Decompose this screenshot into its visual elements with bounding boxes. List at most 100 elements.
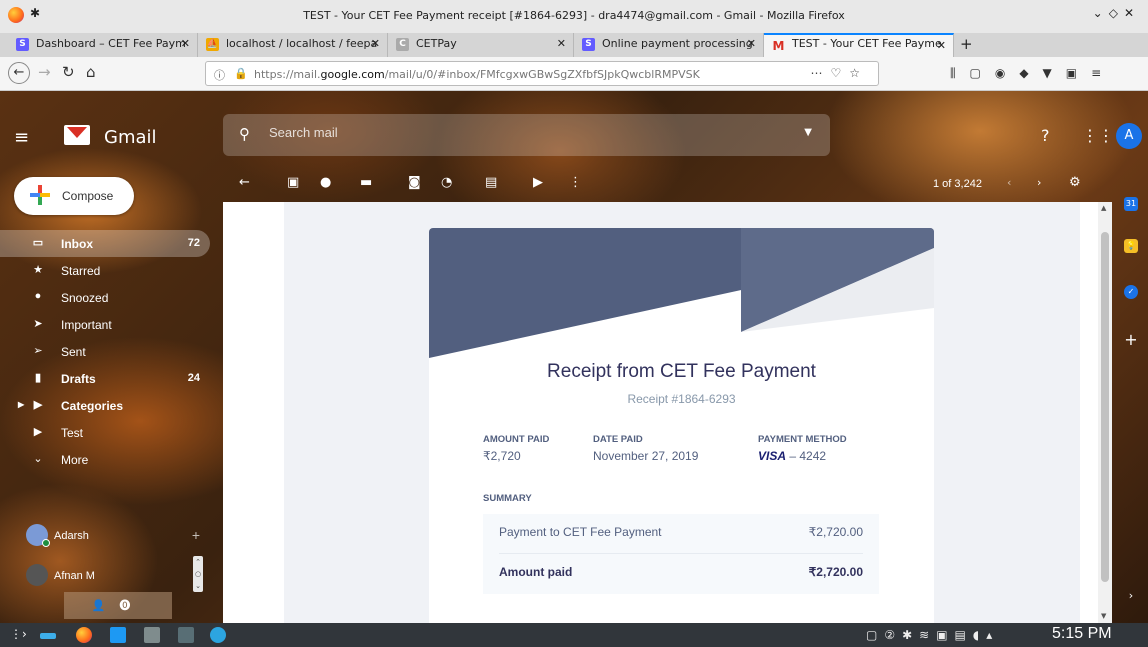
nav-item-drafts[interactable]: ▮ Drafts 24 — [0, 365, 210, 392]
nav-item-important[interactable]: ➤ Important — [0, 311, 210, 338]
clock[interactable]: 5:15 PM — [1052, 625, 1112, 643]
app-launcher-icon[interactable]: ⋮› — [10, 627, 27, 643]
close-tab-icon[interactable]: ✕ — [371, 37, 380, 50]
more-options-icon[interactable]: ⋮ — [569, 175, 582, 190]
hangouts-footer-icons[interactable]: 👤⓿ — [64, 592, 172, 619]
apps-grid-icon[interactable]: ⋮⋮ — [1082, 126, 1114, 145]
search-icon[interactable]: ⚲ — [239, 125, 250, 143]
system-tray-icons[interactable]: ▢②✱≋▣▤◖▴ — [866, 628, 999, 642]
compose-button[interactable]: Compose — [14, 177, 134, 215]
receipt-header-graphic — [429, 228, 934, 358]
hangouts-name: Adarsh — [54, 530, 89, 542]
keep-icon[interactable]: 💡 — [1124, 239, 1138, 253]
newer-icon[interactable]: ‹ — [1007, 176, 1011, 189]
telegram-icon[interactable] — [210, 627, 226, 643]
avatar — [26, 564, 48, 586]
tab-strip: S Dashboard – CET Fee Paym ✕ ⛵ localhost… — [0, 33, 1148, 57]
tab-phpmyadmin[interactable]: ⛵ localhost / localhost / feepa ✕ — [198, 33, 388, 57]
tasks-icon[interactable]: ✓ — [1124, 285, 1138, 299]
close-tab-icon[interactable]: ✕ — [937, 39, 946, 52]
stripe-favicon-icon: S — [16, 38, 29, 51]
labels-icon[interactable]: ▶ — [533, 175, 543, 190]
home-button[interactable]: ⌂ — [86, 63, 96, 81]
add-addon-icon[interactable]: + — [1124, 332, 1138, 348]
search-box[interactable]: ⚲ ▼ — [223, 114, 830, 156]
back-button[interactable]: ← — [8, 62, 30, 84]
summary-heading: SUMMARY — [483, 493, 532, 504]
date-paid-label: DATE PAID — [593, 434, 643, 445]
close-tab-icon[interactable]: ✕ — [557, 37, 566, 50]
date-paid-value: November 27, 2019 — [593, 449, 699, 463]
older-icon[interactable]: › — [1037, 176, 1041, 189]
screen-icon[interactable] — [144, 627, 160, 643]
snooze-icon[interactable]: ◔ — [441, 175, 452, 190]
back-to-inbox-icon[interactable]: ← — [239, 175, 250, 190]
scroll-up-icon[interactable]: ▲ — [1101, 204, 1106, 212]
pager-icon[interactable] — [40, 633, 56, 639]
close-tab-icon[interactable]: ✕ — [747, 37, 756, 50]
message-pane: Receipt from CET Fee Payment Receipt #18… — [223, 202, 1112, 623]
tab-label: Dashboard – CET Fee Paym — [36, 37, 186, 50]
url-bar[interactable]: ⓘ 🔒 https://mail.google.com/mail/u/0/#in… — [205, 61, 879, 86]
tab-online-payment[interactable]: S Online payment processing ✕ — [574, 33, 764, 57]
mark-unread-icon[interactable]: ◙ — [408, 175, 421, 190]
nav-item-starred[interactable]: ★ Starred — [0, 257, 210, 284]
stripe-favicon-icon: S — [582, 38, 595, 51]
nav-label: Drafts — [61, 372, 96, 386]
settings-gear-icon[interactable]: ⚙ — [1069, 175, 1081, 190]
new-chat-icon[interactable]: + — [192, 527, 200, 543]
hangouts-scrollbar[interactable]: ⌃ ○ ⌄ — [193, 556, 203, 592]
firefox-taskbar-icon[interactable] — [76, 627, 92, 643]
amount-paid-value: ₹2,720 — [483, 449, 521, 463]
expand-panel-icon[interactable]: › — [1124, 589, 1138, 603]
file-manager-icon[interactable] — [110, 627, 126, 643]
compose-label: Compose — [62, 189, 114, 203]
payment-method-label: PAYMENT METHOD — [758, 434, 847, 445]
search-options-icon[interactable]: ▼ — [804, 127, 812, 138]
help-icon[interactable]: ? — [1041, 126, 1050, 145]
scroll-thumb[interactable] — [1101, 232, 1109, 582]
nav-item-more[interactable]: ⌄ More — [0, 446, 210, 473]
nav-item-categories[interactable]: ▶ ▶ Categories — [0, 392, 210, 419]
info-icon[interactable]: ⓘ — [214, 67, 225, 83]
hangouts-name: Afnan M — [54, 570, 95, 582]
move-to-icon[interactable]: ▤ — [485, 175, 497, 190]
tab-gmail-receipt[interactable]: M TEST - Your CET Fee Payme ✕ — [764, 33, 954, 57]
important-icon: ➤ — [33, 318, 43, 330]
send-icon: ➢ — [33, 345, 43, 357]
main-menu-icon[interactable]: ≡ — [14, 127, 29, 148]
account-avatar[interactable]: A — [1116, 123, 1142, 149]
new-tab-button[interactable]: + — [960, 35, 973, 53]
window-controls[interactable]: ⌄◇✕ — [1093, 6, 1140, 20]
nav-item-sent[interactable]: ➢ Sent — [0, 338, 210, 365]
tab-dashboard[interactable]: S Dashboard – CET Fee Paym ✕ — [8, 33, 198, 57]
terminal-icon[interactable] — [178, 627, 194, 643]
tab-cetpay[interactable]: C CETPay ✕ — [388, 33, 574, 57]
nav-item-snoozed[interactable]: ● Snoozed — [0, 284, 210, 311]
hangouts-contact[interactable]: Afnan M — [0, 561, 210, 591]
message-scrollbar[interactable]: ▲ ▼ — [1098, 202, 1112, 623]
nav-item-inbox[interactable]: ▭ Inbox 72 — [0, 230, 210, 257]
receipt-title: Receipt from CET Fee Payment — [547, 361, 816, 382]
archive-icon[interactable]: ▣ — [287, 175, 299, 190]
toolbar-icons[interactable]: ⫼▢◉◆▼▣≡ — [950, 66, 1115, 81]
page-actions-icons[interactable]: ⋯♡☆ — [810, 66, 868, 80]
forward-button[interactable]: → — [38, 63, 51, 81]
search-input[interactable] — [269, 125, 769, 140]
window-titlebar: ✱ TEST - Your CET Fee Payment receipt [#… — [0, 0, 1148, 33]
hangouts-user[interactable]: Adarsh + — [0, 521, 210, 551]
card-last4: – 4242 — [789, 449, 827, 463]
app-name: Gmail — [104, 127, 157, 148]
close-tab-icon[interactable]: ✕ — [181, 37, 190, 50]
calendar-icon[interactable]: 31 — [1124, 197, 1138, 211]
scroll-down-icon[interactable]: ▼ — [1101, 612, 1106, 620]
gmail-logo-icon[interactable] — [64, 125, 90, 145]
expand-caret-icon[interactable]: ▶ — [18, 400, 24, 409]
date-paid-block: DATE PAID November 27, 2019 — [593, 434, 698, 463]
nav-label: Categories — [61, 399, 124, 413]
nav-label: Starred — [61, 264, 101, 278]
report-spam-icon[interactable]: ● — [320, 175, 331, 190]
reload-button[interactable]: ↻ — [62, 63, 75, 81]
delete-icon[interactable]: ▬ — [360, 175, 372, 190]
nav-item-test[interactable]: ▶ Test — [0, 419, 210, 446]
